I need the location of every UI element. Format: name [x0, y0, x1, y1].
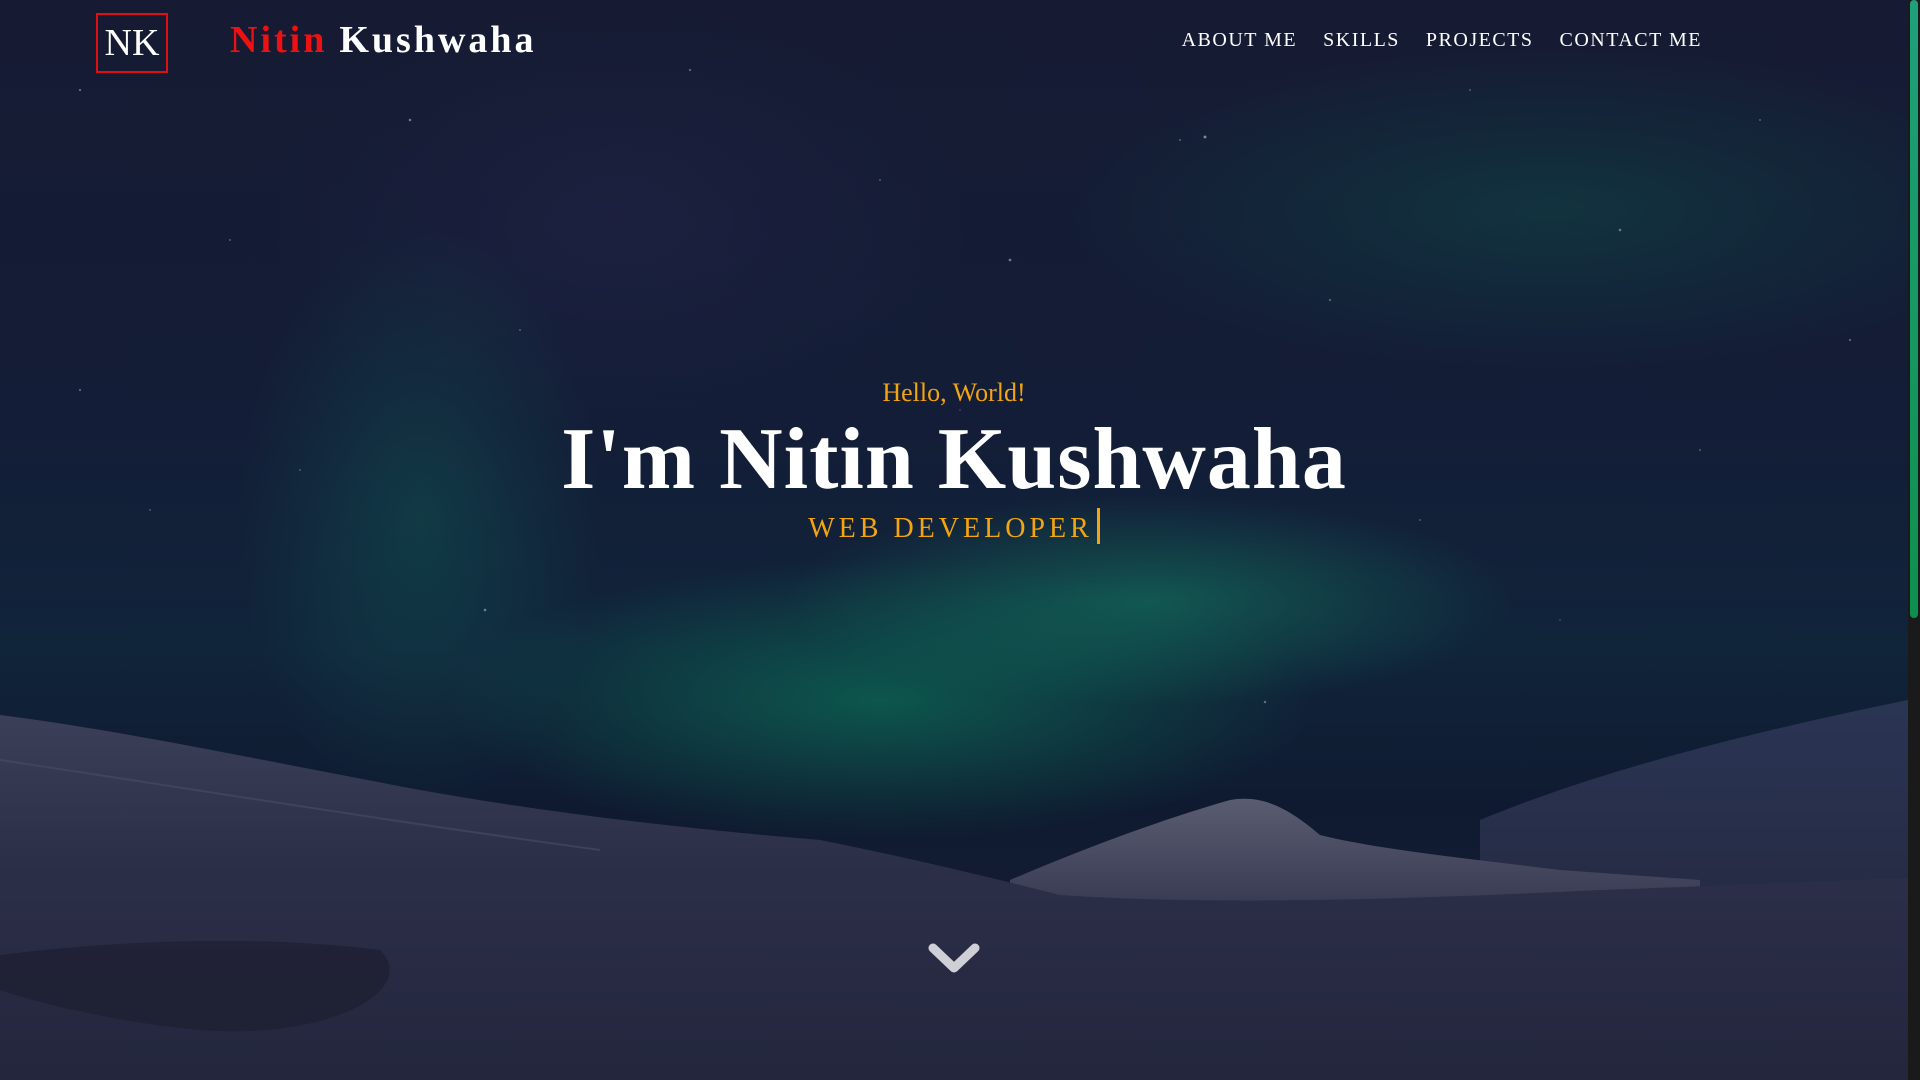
brand-first-name: Nitin: [230, 19, 328, 61]
nav-menu: ABOUT ME SKILLS PROJECTS CONTACT ME: [1182, 29, 1702, 52]
hero-section: NK Nitin Kushwaha ABOUT ME SKILLS PROJECT…: [0, 0, 1908, 1080]
top-navbar: NK Nitin Kushwaha ABOUT ME SKILLS PROJECT…: [0, 0, 1908, 84]
hero-title: I'm Nitin Kushwaha: [561, 411, 1347, 508]
page-scrollbar[interactable]: [1908, 0, 1920, 1080]
brand-name[interactable]: Nitin Kushwaha: [230, 18, 537, 62]
logo-badge[interactable]: NK: [96, 13, 168, 73]
hero-intro: Hello, World! I'm Nitin Kushwaha WEB DEV…: [0, 376, 1908, 549]
hero-role: WEB DEVELOPER: [0, 508, 1908, 549]
nav-about-me[interactable]: ABOUT ME: [1182, 29, 1298, 52]
nav-projects[interactable]: PROJECTS: [1426, 29, 1534, 52]
hero-role-text: WEB DEVELOPER: [808, 513, 1093, 544]
typing-cursor: [1096, 508, 1100, 544]
hero-greeting: Hello, World!: [882, 378, 1026, 407]
scrollbar-thumb[interactable]: [1910, 0, 1918, 618]
nav-skills[interactable]: SKILLS: [1323, 29, 1400, 52]
nav-contact-me[interactable]: CONTACT ME: [1560, 29, 1702, 52]
chevron-down-icon[interactable]: [925, 940, 983, 976]
brand-last-name: Kushwaha: [339, 19, 537, 61]
